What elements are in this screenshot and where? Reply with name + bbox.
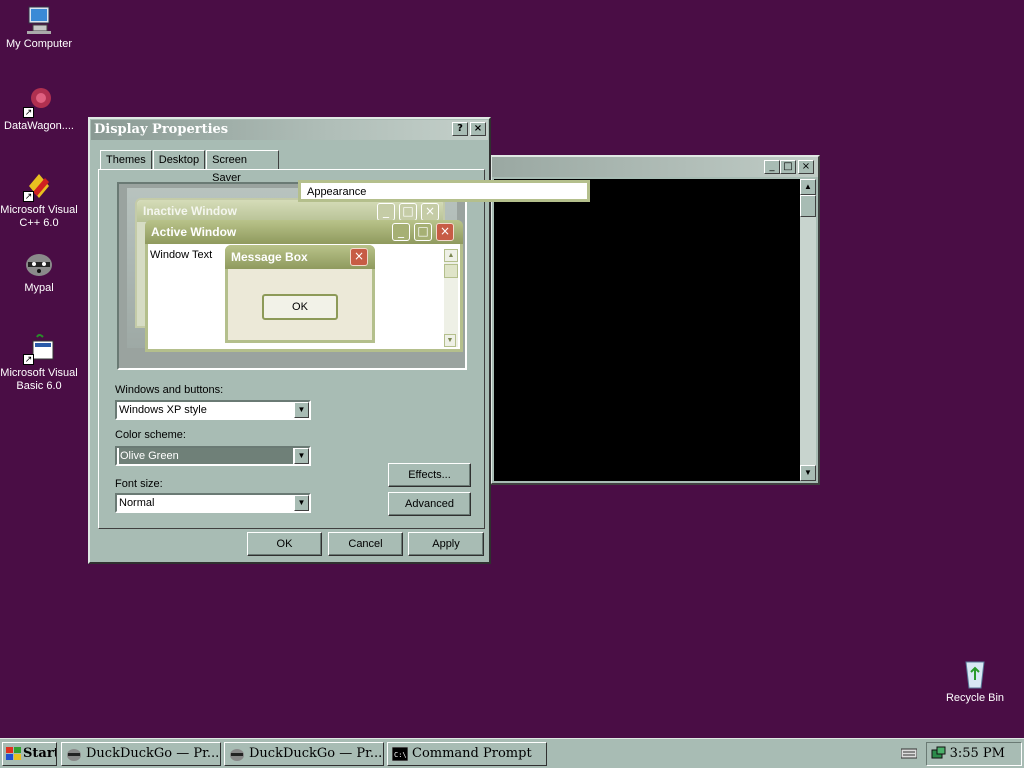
preview-scrollbar: ▲ ▼ (444, 249, 458, 347)
taskbar: Start DuckDuckGo — Pr... DuckDuckGo — Pr… (0, 738, 1024, 768)
display-properties-dialog: Display Properties ? × Themes Desktop Sc… (88, 117, 590, 564)
minimize-icon: _ (392, 223, 410, 241)
desktop-icon-label: Microsoft Visual C++ 6.0 (0, 204, 78, 229)
chevron-down-icon[interactable]: ▼ (294, 495, 309, 511)
close-icon: × (436, 223, 454, 241)
message-box-ok-button: OK (262, 294, 338, 320)
scroll-down-arrow-icon: ▼ (444, 334, 456, 347)
minimize-button[interactable]: _ (764, 160, 780, 174)
tab-strip: Themes Desktop Screen Saver Appearance (100, 148, 590, 202)
keyboard-icon[interactable] (900, 747, 918, 759)
apply-button[interactable]: Apply (408, 532, 484, 556)
preview-message-box: Message Box × OK (225, 245, 375, 343)
recycle-bin-icon (959, 658, 991, 690)
datawagon-icon: ↗ (23, 86, 55, 118)
desktop-icon-label: Recycle Bin (945, 692, 1005, 704)
taskbar-item-duckduckgo-1[interactable]: DuckDuckGo — Pr... (61, 742, 221, 766)
computer-icon (23, 4, 55, 36)
command-prompt-window[interactable]: _ □ × ▲ ▼ (490, 155, 820, 485)
font-size-select[interactable]: Normal ▼ (115, 493, 311, 513)
mypal-raccoon-icon (23, 248, 55, 280)
dialog-titlebar[interactable]: Display Properties ? × (91, 120, 488, 140)
shortcut-arrow-icon: ↗ (23, 107, 34, 118)
tab-screen-saver[interactable]: Screen Saver (206, 150, 279, 184)
color-scheme-value: Olive Green (119, 448, 293, 464)
maximize-button[interactable]: □ (780, 160, 796, 174)
system-tray: 3:55 PM (926, 742, 1022, 766)
desktop-icon-my-computer[interactable]: My Computer (0, 4, 78, 51)
taskbar-item-duckduckgo-2[interactable]: DuckDuckGo — Pr... (224, 742, 384, 766)
clock[interactable]: 3:55 PM (950, 743, 1005, 765)
close-button[interactable]: × (470, 122, 486, 136)
desktop-icon-label: DataWagon.... (4, 120, 74, 132)
font-size-label: Font size: (115, 478, 163, 490)
console-scrollbar[interactable]: ▲ ▼ (800, 179, 816, 481)
windows-buttons-label: Windows and buttons: (115, 384, 224, 396)
desktop-icon-recycle-bin[interactable]: Recycle Bin (936, 658, 1014, 705)
chevron-down-icon[interactable]: ▼ (294, 402, 309, 418)
scroll-thumb[interactable] (800, 195, 816, 217)
desktop-icon-datawagon[interactable]: ↗ DataWagon.... (0, 86, 78, 133)
desktop-icon-mypal[interactable]: Mypal (0, 248, 78, 295)
cancel-button[interactable]: Cancel (328, 532, 403, 556)
command-prompt-icon: C:\ (391, 746, 409, 762)
svg-text:C:\: C:\ (394, 751, 407, 759)
visual-cpp-icon: ↗ (23, 170, 55, 202)
network-icon[interactable] (931, 746, 947, 762)
scroll-thumb (444, 264, 458, 278)
close-icon: × (421, 203, 439, 221)
inactive-window-title: Inactive Window (137, 200, 443, 222)
tab-themes[interactable]: Themes (100, 150, 152, 170)
start-label: Start (23, 746, 57, 761)
appearance-panel: Inactive Window _ □ × Active Window _ □ … (98, 169, 485, 529)
taskbar-item-label: DuckDuckGo — Pr... (249, 746, 383, 761)
close-button[interactable]: × (798, 160, 814, 174)
effects-button[interactable]: Effects... (388, 463, 471, 487)
visual-basic-icon: ↗ (23, 333, 55, 365)
console-screen[interactable] (494, 179, 802, 481)
advanced-button[interactable]: Advanced (388, 492, 471, 516)
windows-buttons-select[interactable]: Windows XP style ▼ (115, 400, 311, 420)
mypal-raccoon-icon (66, 747, 82, 761)
scroll-down-arrow-icon[interactable]: ▼ (800, 465, 816, 481)
desktop-icon-label: My Computer (5, 38, 73, 50)
appearance-preview: Inactive Window _ □ × Active Window _ □ … (117, 182, 467, 370)
desktop-icon-label: Microsoft Visual Basic 6.0 (0, 367, 78, 392)
help-button[interactable]: ? (452, 122, 468, 136)
minimize-icon: _ (377, 203, 395, 221)
color-scheme-select[interactable]: Olive Green ▼ (115, 446, 311, 466)
window-text-sample: Window Text (150, 249, 213, 261)
color-scheme-label: Color scheme: (115, 429, 186, 441)
ok-button[interactable]: OK (247, 532, 322, 556)
taskbar-item-command-prompt[interactable]: C:\ Command Prompt (387, 742, 547, 766)
tab-appearance[interactable]: Appearance (297, 180, 590, 202)
close-icon: × (350, 248, 368, 266)
maximize-icon: □ (414, 223, 432, 241)
desktop-icon-visual-cpp[interactable]: ↗ Microsoft Visual C++ 6.0 (0, 170, 78, 230)
maximize-icon: □ (399, 203, 417, 221)
font-size-value: Normal (119, 497, 155, 509)
desktop-icon-label: Mypal (24, 282, 54, 294)
taskbar-item-label: Command Prompt (412, 746, 532, 761)
preview-background: Inactive Window _ □ × Active Window _ □ … (127, 188, 463, 352)
shortcut-arrow-icon: ↗ (23, 354, 34, 365)
desktop-icon-visual-basic[interactable]: ↗ Microsoft Visual Basic 6.0 (0, 333, 78, 393)
mypal-raccoon-icon (229, 747, 245, 761)
shortcut-arrow-icon: ↗ (23, 191, 34, 202)
scroll-up-arrow-icon[interactable]: ▲ (800, 179, 816, 195)
windows-logo-icon (6, 747, 22, 761)
scroll-up-arrow-icon: ▲ (444, 249, 458, 262)
chevron-down-icon[interactable]: ▼ (294, 448, 309, 464)
tab-desktop[interactable]: Desktop (152, 150, 206, 170)
windows-buttons-value: Windows XP style (119, 404, 207, 416)
start-button[interactable]: Start (2, 742, 57, 766)
taskbar-item-label: DuckDuckGo — Pr... (86, 746, 220, 761)
dialog-title: Display Properties (94, 122, 229, 137)
